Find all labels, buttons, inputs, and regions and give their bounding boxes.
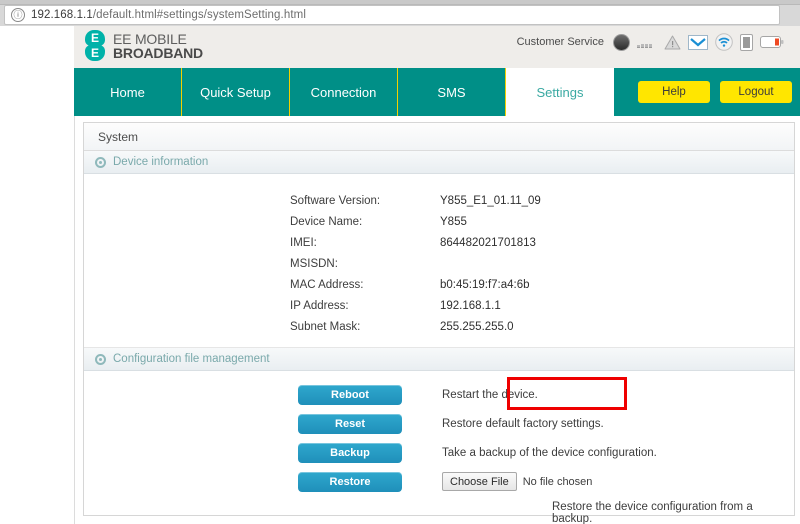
label-device-name: Device Name: (290, 215, 363, 228)
section-bullet-icon (95, 353, 106, 365)
content-area: System Device information Software Versi… (74, 116, 800, 524)
section-label-configuration-file-management: Configuration file management (113, 353, 270, 365)
nav-tab-list: Home Quick Setup Connection SMS Settings (74, 68, 614, 116)
site-header: E E EE MOBILE BROADBAND Customer Service (74, 26, 800, 69)
ee-logo-letter-bottom: E (90, 46, 99, 60)
page-info-icon[interactable]: ⓘ (11, 8, 25, 22)
address-bar[interactable]: ⓘ 192.168.1.1/default.html#settings/syst… (4, 5, 780, 25)
section-header-configuration-file-management[interactable]: Configuration file management (84, 348, 794, 371)
help-button[interactable]: Help (638, 81, 710, 103)
row-reset: Reset Restore default factory settings. (298, 412, 794, 435)
table-row: Device Name: Y855 (290, 211, 541, 232)
label-software-version: Software Version: (290, 194, 381, 207)
row-backup: Backup Take a backup of the device confi… (298, 441, 794, 464)
message-envelope-icon (688, 34, 708, 50)
table-row: IP Address: 192.168.1.1 (290, 295, 541, 316)
url-host: 192.168.1.1 (31, 9, 93, 21)
restore-button[interactable]: Restore (298, 471, 402, 492)
reset-button[interactable]: Reset (298, 413, 402, 434)
configuration-rows: Reboot Restart the device. Reset Restore… (298, 377, 794, 524)
no-file-chosen-label: No file chosen (522, 475, 593, 488)
row-restore: Restore Choose File No file chosen (298, 470, 794, 493)
label-ip-address: IP Address: (290, 299, 349, 312)
section-header-device-information[interactable]: Device information (84, 151, 794, 174)
label-msisdn: MSISDN: (290, 257, 338, 270)
table-row: MSISDN: (290, 253, 541, 274)
panel-title: System (84, 123, 794, 151)
alert-triangle-icon (664, 35, 681, 49)
value-subnet-mask: 255.255.255.0 (440, 320, 514, 333)
wifi-icon (715, 33, 733, 51)
logo-line-2: BROADBAND (113, 45, 203, 61)
ee-logo-text: EE MOBILE BROADBAND (113, 32, 203, 60)
main-navigation: Home Quick Setup Connection SMS Settings… (74, 68, 800, 116)
tab-home[interactable]: Home (74, 68, 182, 116)
choose-file-button[interactable]: Choose File (442, 472, 517, 491)
tab-settings[interactable]: Settings (506, 68, 614, 116)
value-ip-address: 192.168.1.1 (440, 299, 501, 312)
ee-logo: E E EE MOBILE BROADBAND (84, 30, 203, 62)
reboot-description: Restart the device. (442, 388, 538, 401)
table-row: Software Version: Y855_E1_01.11_09 (290, 190, 541, 211)
battery-icon (760, 36, 784, 48)
ee-logo-mark-icon: E E (84, 30, 106, 62)
table-row: IMEI: 864482021701813 (290, 232, 541, 253)
backup-description: Take a backup of the device configuratio… (442, 446, 657, 459)
value-imei: 864482021701813 (440, 236, 536, 249)
file-input-row: Choose File No file chosen (442, 472, 592, 491)
tab-quick-setup[interactable]: Quick Setup (182, 68, 290, 116)
logo-line-1: EE MOBILE (113, 31, 187, 47)
device-information-table: Software Version: Y855_E1_01.11_09 Devic… (290, 190, 541, 337)
tab-sms[interactable]: SMS (398, 68, 506, 116)
sim-card-icon (740, 33, 753, 51)
value-msisdn (440, 253, 541, 274)
device-information-body: Software Version: Y855_E1_01.11_09 Devic… (84, 174, 794, 348)
section-label-device-information: Device information (113, 156, 209, 168)
restore-note: Restore the device configuration from a … (552, 501, 753, 524)
signal-strength-icon (613, 33, 630, 51)
reboot-button[interactable]: Reboot (298, 384, 402, 405)
table-row: MAC Address: b0:45:19:f7:a4:6b (290, 274, 541, 295)
customer-service-label: Customer Service (516, 36, 604, 48)
value-mac-address: b0:45:19:f7:a4:6b (440, 278, 530, 291)
row-reboot: Reboot Restart the device. (298, 383, 794, 406)
configuration-body: Reboot Restart the device. Reset Restore… (84, 371, 794, 524)
logout-button[interactable]: Logout (720, 81, 792, 103)
backup-button[interactable]: Backup (298, 442, 402, 463)
url-text: 192.168.1.1/default.html#settings/system… (31, 9, 306, 21)
label-mac-address: MAC Address: (290, 278, 364, 291)
value-software-version: Y855_E1_01.11_09 (440, 194, 541, 207)
label-subnet-mask: Subnet Mask: (290, 320, 361, 333)
reset-description: Restore default factory settings. (442, 417, 604, 430)
system-panel: System Device information Software Versi… (83, 122, 795, 524)
url-path: /default.html#settings/systemSetting.htm… (92, 9, 306, 21)
value-device-name: Y855 (440, 215, 467, 228)
nav-action-buttons: Help Logout (638, 68, 792, 116)
signal-bars-icon (637, 36, 657, 48)
page-viewport: E E EE MOBILE BROADBAND Customer Service (0, 26, 800, 524)
ee-logo-letter-top: E (90, 31, 99, 45)
tab-connection[interactable]: Connection (290, 68, 398, 116)
section-bullet-icon (95, 156, 106, 168)
status-icon-bar: Customer Service (517, 33, 784, 51)
label-imei: IMEI: (290, 236, 317, 249)
table-row: Subnet Mask: 255.255.255.0 (290, 316, 541, 337)
browser-chrome: ⓘ 192.168.1.1/default.html#settings/syst… (0, 0, 800, 26)
